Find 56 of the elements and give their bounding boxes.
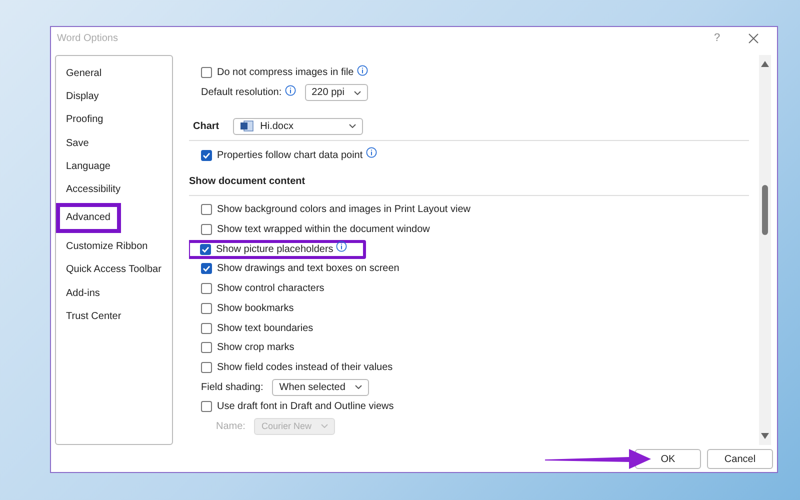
option-dropdown[interactable]: When selected <box>272 378 370 396</box>
option-label: Show text boundaries <box>217 322 314 334</box>
option-label: Do not compress images in file <box>217 67 354 78</box>
option-label: Field shading: <box>201 382 264 393</box>
checkbox[interactable] <box>201 67 212 78</box>
sidebar-item[interactable]: Customize Ribbon <box>56 235 172 258</box>
checkbox[interactable] <box>201 322 212 334</box>
scroll-up-icon <box>761 61 769 67</box>
resolution-dropdown[interactable]: 220 ppi <box>304 84 368 102</box>
caret-icon <box>354 90 362 95</box>
sidebar-item[interactable]: Language <box>56 154 172 178</box>
option-label: Show control characters <box>217 283 324 294</box>
checkbox[interactable] <box>201 342 212 354</box>
option-label: Show text wrapped within the document window <box>217 224 430 236</box>
document-dropdown[interactable]: Hi.docx <box>233 118 364 135</box>
option-label: Show bookmarks <box>217 302 294 314</box>
checkbox[interactable] <box>201 283 212 294</box>
sidebar-item[interactable]: Quick Access Toolbar <box>56 258 172 282</box>
scroll-down-icon <box>761 433 769 439</box>
help-button[interactable]: ? <box>699 32 735 44</box>
sidebar-item[interactable]: Proofing <box>56 108 172 132</box>
checkbox[interactable] <box>201 204 212 216</box>
checkbox[interactable] <box>201 401 212 412</box>
section-heading: Show document content <box>189 176 306 187</box>
option-label: Name: <box>216 420 246 432</box>
option-label: Show picture placeholders <box>216 244 334 255</box>
option-label: Show drawings and text boxes on screen <box>217 263 400 274</box>
option-label: Show field codes instead of their values <box>217 362 393 373</box>
caret-icon <box>321 424 328 428</box>
sidebar-item[interactable]: Save <box>56 132 172 155</box>
sidebar-item[interactable]: General <box>56 62 172 86</box>
checkbox[interactable] <box>201 263 212 274</box>
window-title: Word Options <box>57 32 118 44</box>
checkbox[interactable] <box>201 224 212 236</box>
option-label: Use draft font in Draft and Outline views <box>217 401 394 412</box>
sidebar-item[interactable]: Display <box>56 85 172 108</box>
dialog-button[interactable]: Cancel <box>707 449 773 469</box>
sidebar-item[interactable]: Accessibility <box>56 178 172 202</box>
word-document-icon <box>240 120 254 132</box>
option-label: Show background colors and images in Print Layout view <box>217 204 470 216</box>
checkbox[interactable] <box>201 150 212 161</box>
option-label: Default resolution: <box>201 87 282 98</box>
close-icon <box>748 32 758 44</box>
scrollbar[interactable] <box>759 55 771 445</box>
sidebar-item[interactable]: Advanced <box>56 203 121 234</box>
dialog-button[interactable]: OK <box>635 449 701 469</box>
checkbox[interactable] <box>200 244 211 255</box>
chart-label: Chart <box>193 120 220 132</box>
checkbox[interactable] <box>201 302 212 314</box>
checkbox[interactable] <box>201 362 212 373</box>
option-label: Properties follow chart data point <box>217 150 363 161</box>
caret-icon <box>355 385 362 390</box>
caret-icon <box>349 124 356 128</box>
option-label: Show crop marks <box>217 342 294 354</box>
sidebar-item[interactable]: Add-ins <box>56 282 172 305</box>
sidebar-item[interactable]: Trust Center <box>56 304 172 328</box>
